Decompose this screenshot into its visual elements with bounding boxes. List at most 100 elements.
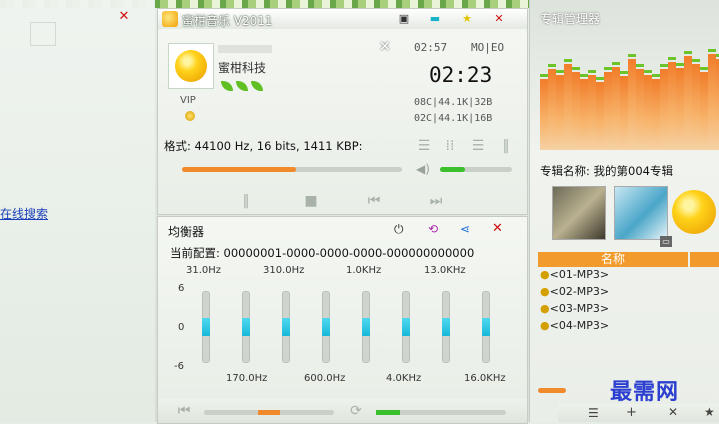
freq-label-bottom: 170.0Hz — [226, 373, 268, 384]
eq-reset-button[interactable]: ⟲ — [428, 222, 438, 236]
list-item[interactable]: ●<02-MP3> — [540, 285, 609, 301]
player-title: 蜜柑音乐 V2011 — [182, 14, 273, 28]
spectrum-peak — [636, 64, 644, 68]
eq-band-knob[interactable] — [442, 318, 450, 336]
freq-label-top: 13.0KHz — [424, 265, 466, 276]
spectrum-bar — [540, 78, 548, 150]
remove-icon[interactable]: ✕ — [668, 405, 678, 419]
list-item[interactable]: ●<03-MP3> — [540, 302, 609, 318]
prev-track-icon[interactable]: ⏮ — [174, 402, 194, 420]
spectrum-visualizer — [540, 20, 719, 150]
eq-band-slider[interactable] — [442, 291, 450, 363]
spectrum-peak — [572, 67, 580, 70]
freq-label-bottom: 4.0KHz — [386, 373, 422, 384]
panel-close-button[interactable]: ✕ — [379, 39, 391, 55]
vip-coin-icon — [185, 111, 195, 121]
eq-band-knob[interactable] — [242, 318, 250, 336]
eq-band-slider[interactable] — [322, 291, 330, 363]
eq-band-slider[interactable] — [482, 291, 490, 363]
minimize-button[interactable]: ▬ — [425, 11, 445, 27]
pause-button[interactable]: ‖ — [236, 192, 256, 210]
spectrum-peak — [652, 73, 660, 77]
close-button[interactable]: ✕ — [489, 11, 509, 27]
company-name: 蜜柑科技 — [218, 61, 267, 75]
spectrum-bar — [636, 69, 644, 150]
main-time-display: 02:23 — [429, 63, 493, 87]
eq-power-button[interactable]: ⏻ — [394, 222, 404, 237]
eq-band-knob[interactable] — [322, 318, 330, 336]
album-cover-2[interactable] — [614, 186, 668, 240]
mini-progress-bar[interactable] — [204, 410, 334, 415]
pause-small-icon[interactable]: ‖ — [496, 137, 516, 155]
avatar[interactable] — [168, 43, 214, 89]
spectrum-peak — [692, 59, 700, 63]
mini-mode-button[interactable]: ▣ — [394, 11, 414, 27]
progress-bar[interactable] — [182, 167, 402, 172]
leaf-icon — [221, 81, 233, 91]
track-list-header[interactable]: 名称 — [538, 252, 688, 267]
volume-icon[interactable]: ◀) — [416, 162, 430, 176]
list-item[interactable]: ●<01-MP3> — [540, 268, 609, 284]
album-cover-1[interactable] — [552, 186, 606, 240]
spectrum-peak — [548, 64, 556, 68]
eq-share-button[interactable]: ⋖ — [460, 222, 470, 236]
watermark: 最需网 — [610, 380, 680, 405]
list-icon[interactable]: ☰ — [588, 406, 599, 420]
spectrum-bar — [588, 74, 596, 150]
eq-band-slider[interactable] — [362, 291, 370, 363]
leaf-icon — [251, 81, 263, 91]
eq-band-knob[interactable] — [402, 318, 410, 336]
mini-volume-bar[interactable] — [376, 410, 506, 415]
format-line-2: 02C|44.1K|16B — [414, 113, 493, 124]
spectrum-bar — [644, 74, 652, 150]
eq-band-knob[interactable] — [482, 318, 490, 336]
spectrum-bar — [692, 64, 700, 150]
lyrics-icon[interactable]: ⁞⁞ — [440, 137, 460, 155]
eq-band-slider[interactable] — [202, 291, 210, 363]
format-line-1: 08C|44.1K|32B — [414, 97, 493, 108]
eq-band-slider[interactable] — [282, 291, 290, 363]
eq-band-knob[interactable] — [282, 318, 290, 336]
spectrum-peak — [660, 64, 668, 68]
eq-band-slider[interactable] — [402, 291, 410, 363]
channel-mode: MO|EO — [471, 41, 505, 54]
leaf-icon — [236, 81, 248, 91]
mini-volume-fill — [376, 410, 400, 415]
volume-bar[interactable] — [440, 167, 512, 172]
left-panel-close-button[interactable]: ✕ — [113, 10, 135, 24]
online-search-link[interactable]: 在线搜索 — [0, 205, 48, 222]
folder-icon[interactable]: ▭ — [660, 236, 672, 247]
eq-band-slider[interactable] — [242, 291, 250, 363]
spectrum-bar — [572, 72, 580, 150]
spectrum-peak — [620, 70, 628, 74]
track-list-header-extra[interactable] — [690, 252, 719, 267]
repeat-icon[interactable]: ⟳ — [346, 402, 366, 420]
eq-band-knob[interactable] — [362, 318, 370, 336]
next-button[interactable]: ⏭ — [426, 192, 446, 210]
add-icon[interactable]: + — [626, 405, 637, 420]
album-toolbar: ☰ + ✕ ★ — [558, 404, 719, 422]
stop-button[interactable]: ■ — [301, 192, 321, 210]
vip-label: VIP — [180, 95, 196, 106]
track-name: <02-MP3> — [549, 285, 610, 298]
spectrum-peak — [588, 69, 596, 73]
spectrum-peak — [644, 69, 652, 73]
spectrum-bar — [596, 82, 604, 150]
list-item[interactable]: ●<04-MP3> — [540, 319, 609, 335]
elapsed-time: 02:57 — [414, 41, 448, 54]
eq-close-button[interactable]: ✕ — [492, 221, 503, 236]
list-icon[interactable]: ☰ — [414, 137, 434, 155]
star-icon[interactable]: ★ — [704, 405, 715, 419]
previous-button[interactable]: ⏮ — [364, 192, 384, 210]
album-scrollbar[interactable] — [538, 388, 566, 393]
eq-band-knob[interactable] — [202, 318, 210, 336]
spectrum-bar — [564, 64, 572, 150]
menu-icon[interactable]: ☰ — [468, 137, 488, 155]
spectrum-bar — [556, 74, 564, 150]
eq-preset: 当前配置: 00000001-0000-0000-0000-0000000000… — [170, 246, 475, 260]
freq-label-bottom: 600.0Hz — [304, 373, 346, 384]
spectrum-peak — [564, 59, 572, 63]
spectrum-peak — [612, 61, 620, 65]
skin-star-button[interactable]: ★ — [457, 11, 477, 27]
progress-fill — [182, 167, 297, 172]
